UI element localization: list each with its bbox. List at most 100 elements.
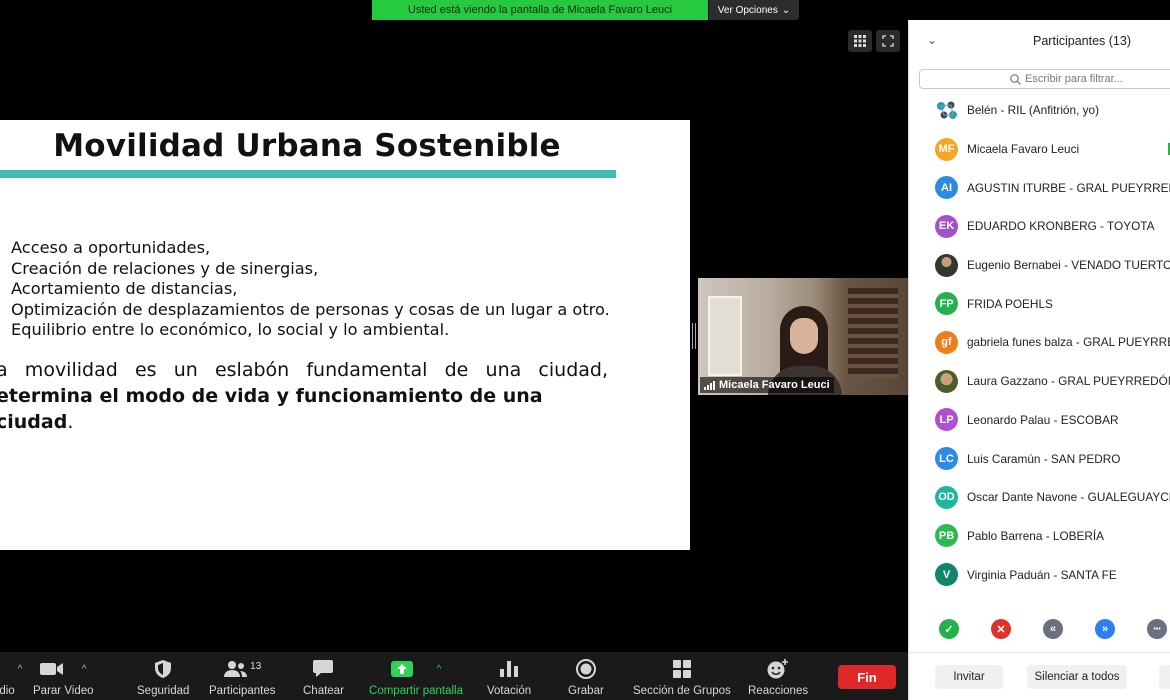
more-options-button[interactable]: [1159, 665, 1170, 689]
security-button[interactable]: Seguridad: [137, 656, 189, 697]
sharing-banner-text: Usted está viendo la pantalla de Micaela…: [407, 4, 673, 16]
participant-row[interactable]: EK EDUARDO KRONBERG - TOYOTA: [909, 207, 1170, 246]
check-icon[interactable]: ✓: [939, 619, 959, 639]
bar-chart-icon: [500, 661, 519, 677]
poll-button[interactable]: Votación: [487, 656, 531, 697]
participant-name: Leonardo Palau - ESCOBAR: [967, 412, 1119, 427]
invite-label: Invitar: [953, 671, 985, 683]
slide-statement-end: .: [67, 411, 74, 433]
nonverbal-feedback-bar: ✓ ✕ « » •••: [909, 617, 1170, 641]
stop-video-label: Parar Video: [33, 685, 94, 697]
record-label: Grabar: [568, 685, 604, 697]
more-icon[interactable]: •••: [1147, 619, 1167, 639]
participant-name: Luis Caramún - SAN PEDRO: [967, 451, 1121, 466]
participant-row[interactable]: Laura Gazzano - GRAL PUEYRREDÓN: [909, 362, 1170, 401]
grid-icon: [854, 35, 866, 47]
participant-row[interactable]: V Virginia Paduán - SANTA FE: [909, 555, 1170, 594]
splitter-handle[interactable]: [692, 323, 696, 349]
slide-statement-line2: etermina el modo de vida y funcionamient…: [0, 385, 543, 433]
stop-video-button[interactable]: ^ Parar Video: [33, 656, 94, 697]
participant-row[interactable]: gf gabriela funes balza - GRAL PUEYRREDÓN: [909, 323, 1170, 362]
participant-row[interactable]: AI AGUSTIN ITURBE - GRAL PUEYRREDÓN: [909, 168, 1170, 207]
slide-title-underline: [0, 170, 616, 178]
participant-row[interactable]: PB Pablo Barrena - LOBERÍA: [909, 517, 1170, 556]
slide-bullet: Creación de relaciones y de sinergias,: [11, 258, 319, 278]
ril-logo-icon: [935, 98, 958, 122]
share-screen-label: Compartir pantalla: [369, 685, 463, 697]
chat-button[interactable]: Chatear: [303, 656, 344, 697]
chevron-up-icon[interactable]: ^: [82, 664, 87, 675]
signal-strength-icon: [704, 380, 715, 390]
participant-row[interactable]: LP Leonardo Palau - ESCOBAR: [909, 401, 1170, 440]
chevron-up-icon[interactable]: ^: [18, 664, 23, 675]
x-icon[interactable]: ✕: [991, 619, 1011, 639]
avatar: MF: [935, 137, 958, 161]
view-options-button[interactable]: Ver Opciones ⌄: [709, 0, 799, 20]
participant-name: Pablo Barrena - LOBERÍA: [967, 528, 1105, 543]
avatar-photo: [935, 253, 958, 277]
chat-label: Chatear: [303, 685, 344, 697]
slide-bullet: Equilibrio entre lo económico, lo social…: [11, 320, 450, 339]
end-meeting-label: Fin: [857, 669, 877, 685]
avatar: OD: [935, 485, 958, 509]
meeting-toolbar: ^ dio ^ Parar Video Seguridad 13 Partici…: [0, 652, 908, 700]
gallery-view-button[interactable]: [848, 30, 872, 52]
participant-row[interactable]: MF Micaela Favaro Leuci: [909, 130, 1170, 169]
participant-name: Micaela Favaro Leuci: [967, 142, 1080, 157]
participants-panel-header: ⌄ Participantes (13): [909, 20, 1170, 64]
participant-row[interactable]: LC Luis Caramún - SAN PEDRO: [909, 439, 1170, 478]
participants-button[interactable]: 13 Participantes: [209, 656, 275, 698]
participant-search-input[interactable]: Escribir para filtrar...: [919, 69, 1170, 89]
slide-statement: a movilidad es un eslabón fundamental de…: [0, 357, 608, 435]
participant-name: AGUSTIN ITURBE - GRAL PUEYRREDÓN: [967, 180, 1170, 195]
avatar: FP: [935, 292, 958, 316]
slide-bullet: Acortamiento de distancias,: [11, 279, 238, 298]
fast-forward-icon[interactable]: »: [1095, 619, 1115, 639]
participant-row[interactable]: Eugenio Bernabei - VENADO TUERTO: [909, 246, 1170, 285]
participant-list: Belén - RIL (Anfitrión, yo) MF Micaela Fav…: [909, 91, 1170, 594]
avatar: gf: [935, 330, 958, 354]
audio-label: dio: [0, 685, 15, 697]
participant-name: Oscar Dante Navone - GUALEGUAYCHÚ: [967, 490, 1170, 505]
breakout-rooms-icon: [672, 660, 691, 678]
speaker-video-tile[interactable]: Micaela Favaro Leuci: [698, 278, 908, 395]
participants-count-badge: 13: [250, 660, 262, 672]
slide-statement-line1: a movilidad es un eslabón fundamental de…: [0, 359, 608, 381]
avatar: AI: [935, 176, 958, 200]
fullscreen-icon: [882, 35, 894, 47]
rewind-icon[interactable]: «: [1043, 619, 1063, 639]
participant-row[interactable]: FP FRIDA POEHLS: [909, 284, 1170, 323]
audio-button[interactable]: ^ dio: [0, 656, 23, 698]
participant-row[interactable]: Belén - RIL (Anfitrión, yo): [909, 91, 1170, 130]
chevron-up-icon[interactable]: ^: [437, 664, 442, 675]
presentation-slide: Movilidad Urbana Sostenible Acceso a opo…: [0, 120, 690, 550]
mute-all-label: Silenciar a todos: [1034, 671, 1120, 683]
avatar: EK: [935, 214, 958, 238]
chat-bubble-icon: [313, 660, 334, 677]
share-screen-button[interactable]: ^ Compartir pantalla: [368, 656, 464, 697]
reactions-label: Reacciones: [748, 685, 809, 697]
shared-screen-stage: Movilidad Urbana Sostenible Acceso a opo…: [0, 20, 908, 652]
chevron-down-icon: ⌄: [781, 4, 791, 16]
breakout-rooms-label: Sección de Grupos: [633, 685, 731, 697]
fullscreen-button[interactable]: [876, 30, 900, 52]
video-person-face: [790, 318, 818, 354]
invite-button[interactable]: Invitar: [935, 665, 1003, 689]
participants-panel-footer: Invitar Silenciar a todos: [909, 652, 1170, 700]
slide-bullet: Optimización de desplazamientos de perso…: [11, 299, 610, 319]
participants-panel-title: Participantes (13): [1033, 34, 1131, 48]
avatar: V: [935, 563, 958, 587]
end-meeting-button[interactable]: Fin: [838, 665, 896, 689]
reactions-button[interactable]: Reacciones: [748, 656, 808, 697]
mute-all-button[interactable]: Silenciar a todos: [1027, 665, 1127, 689]
record-button[interactable]: Grabar: [568, 656, 604, 697]
avatar: LP: [935, 408, 958, 432]
slide-title: Movilidad Urbana Sostenible: [53, 128, 561, 164]
search-icon: [1010, 73, 1021, 85]
breakout-rooms-button[interactable]: Sección de Grupos: [633, 656, 731, 697]
avatar: PB: [935, 524, 958, 548]
poll-label: Votación: [487, 685, 532, 697]
participant-row[interactable]: OD Oscar Dante Navone - GUALEGUAYCHÚ: [909, 478, 1170, 517]
participant-name: Laura Gazzano - GRAL PUEYRREDÓN: [967, 374, 1170, 389]
shield-icon: [155, 660, 172, 678]
